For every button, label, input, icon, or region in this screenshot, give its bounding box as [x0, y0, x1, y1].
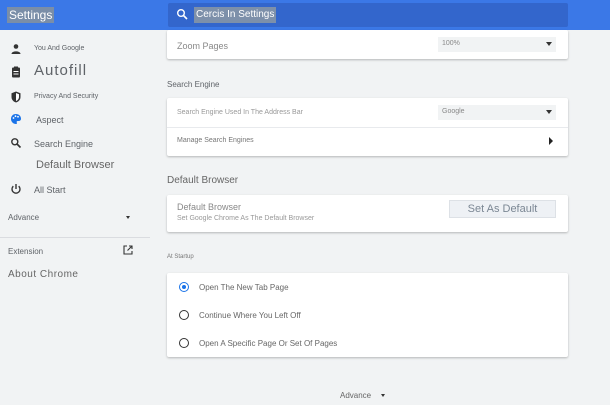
default-browser-row-title: Default Browser — [177, 202, 242, 212]
search-icon — [11, 138, 22, 149]
sidebar-item-you-and-google[interactable]: You And Google — [0, 42, 150, 56]
search-engine-select[interactable]: Google — [438, 105, 556, 120]
radio-continue[interactable] — [179, 310, 189, 320]
default-browser-subtitle: Set Google Chrome As The Default Browser — [177, 215, 315, 222]
sidebar-divider — [0, 237, 150, 238]
sidebar-extension-link[interactable]: Extension — [8, 247, 43, 256]
sidebar-advance-label: Advance — [8, 213, 40, 222]
search-engine-row: Search Engine Used In The Address Bar Go… — [167, 98, 568, 127]
top-bar: Settings Cercis In Settings — [0, 0, 610, 30]
open-in-new-icon[interactable] — [123, 245, 133, 255]
default-browser-title: Default Browser — [167, 175, 239, 186]
clipboard-icon — [12, 66, 20, 78]
sidebar-item-aspect[interactable]: Aspect — [0, 112, 150, 126]
search-engine-used-label: Search Engine Used In The Address Bar — [177, 109, 303, 116]
radio-specific-page[interactable] — [179, 338, 189, 348]
startup-option-specific-page[interactable]: Open A Specific Page Or Set Of Pages — [167, 329, 568, 357]
search-engine-card: Search Engine Used In The Address Bar Go… — [167, 98, 568, 156]
chevron-down-icon — [546, 110, 552, 114]
manage-search-engines-label: Manage Search Engines — [177, 137, 254, 144]
chevron-down-icon — [546, 42, 552, 46]
search-engine-value: Google — [442, 108, 465, 115]
app-title: Settings — [7, 7, 55, 23]
startup-option-new-tab[interactable]: Open The New Tab Page — [167, 273, 568, 301]
set-as-default-button[interactable]: Set As Default — [449, 200, 556, 218]
sidebar-item-label: Search Engine — [34, 139, 94, 149]
search-placeholder: Cercis In Settings — [194, 7, 277, 23]
advanced-settings-label: Advance — [340, 391, 372, 400]
sidebar-item-privacy[interactable]: Privacy And Security — [0, 90, 150, 104]
startup-option-label: Open The New Tab Page — [199, 283, 289, 292]
sidebar-item-label: Privacy And Security — [34, 93, 99, 100]
sidebar-about-chrome[interactable]: About Chrome — [8, 269, 78, 280]
advanced-settings-toggle[interactable]: Advance — [340, 391, 386, 400]
startup-option-label: Continue Where You Left Off — [199, 311, 301, 320]
sidebar-item-label: Autofill — [34, 62, 88, 79]
power-icon — [11, 184, 21, 194]
default-browser-card: Default Browser Set Google Chrome As The… — [167, 195, 568, 232]
person-icon — [11, 44, 21, 54]
startup-option-label: Open A Specific Page Or Set Of Pages — [199, 339, 338, 348]
appearance-card: Zoom Pages 100% — [167, 30, 568, 59]
sidebar-item-label: Default Browser — [36, 159, 115, 171]
chevron-right-icon — [549, 137, 553, 145]
startup-title: At Startup — [167, 254, 194, 260]
zoom-select[interactable]: 100% — [438, 37, 556, 52]
manage-search-engines-row[interactable]: Manage Search Engines — [167, 128, 568, 156]
shield-icon — [11, 91, 21, 103]
zoom-label: Zoom Pages — [177, 41, 229, 51]
sidebar-item-search-engine[interactable]: Search Engine — [0, 136, 150, 150]
zoom-value: 100% — [442, 40, 460, 47]
chevron-down-icon — [126, 216, 130, 219]
sidebar-item-default-browser[interactable]: Default Browser — [0, 158, 150, 174]
sidebar-item-all-start[interactable]: All Start — [0, 182, 150, 196]
sidebar-item-autofill[interactable]: Autofill — [0, 62, 150, 82]
sidebar-item-label: Aspect — [36, 115, 64, 125]
sidebar-item-label: All Start — [34, 185, 66, 195]
sidebar-about-label: About Chrome — [8, 269, 79, 280]
palette-icon — [11, 114, 21, 124]
sidebar: You And Google Autofill Privacy And Secu… — [0, 30, 150, 405]
radio-new-tab[interactable] — [179, 282, 189, 292]
sidebar-extension-label: Extension — [8, 247, 44, 256]
chevron-down-icon — [381, 394, 386, 398]
startup-option-continue[interactable]: Continue Where You Left Off — [167, 301, 568, 329]
sidebar-advance[interactable]: Advance — [8, 213, 39, 222]
startup-card: Open The New Tab Page Continue Where You… — [167, 273, 568, 357]
search-engine-title: Search Engine — [167, 80, 220, 89]
search-input[interactable]: Cercis In Settings — [168, 3, 568, 27]
search-icon — [177, 9, 188, 20]
sidebar-item-label: You And Google — [34, 45, 85, 52]
